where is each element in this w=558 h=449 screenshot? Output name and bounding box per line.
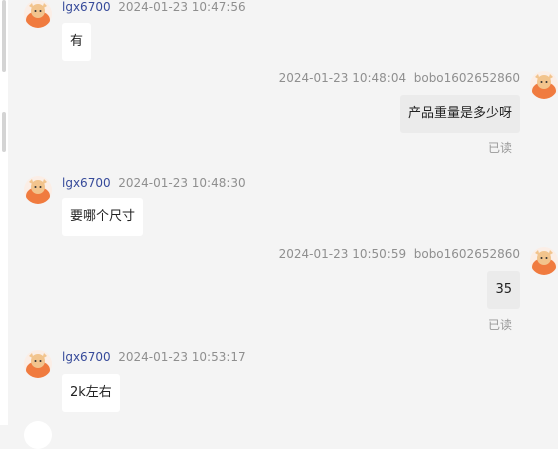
- message-meta: 2024-01-23 10:48:04 bobo1602652860: [279, 71, 520, 85]
- sender-name: lgx6700: [62, 350, 111, 364]
- message-bubble: 要哪个尺寸: [62, 198, 144, 236]
- message-time: 2024-01-23 10:47:56: [118, 0, 246, 14]
- message-time: 2024-01-23 10:48:30: [118, 176, 246, 190]
- message-meta: lgx6700 2024-01-23 10:53:17: [62, 350, 246, 364]
- message-bubble: 35: [487, 271, 520, 309]
- message-time: 2024-01-23 10:48:04: [278, 71, 407, 85]
- message-bubble: 2k左右: [62, 374, 120, 412]
- message-bubble: 有: [62, 23, 92, 61]
- message-time: 2024-01-23 10:50:59: [278, 247, 407, 261]
- avatar-icon[interactable]: [530, 247, 558, 275]
- scrollbar-track[interactable]: [0, 0, 8, 425]
- message-meta: lgx6700 2024-01-23 10:48:30: [62, 176, 246, 190]
- avatar-icon[interactable]: [24, 350, 52, 378]
- read-status: 已读: [487, 318, 512, 332]
- sender-name: bobo1602652860: [413, 247, 520, 261]
- avatar-icon-partial[interactable]: [24, 421, 52, 449]
- sender-name: bobo1602652860: [413, 71, 520, 85]
- avatar-icon[interactable]: [530, 71, 558, 99]
- sender-name: lgx6700: [62, 0, 111, 14]
- scrollbar-thumb[interactable]: [2, 0, 6, 72]
- message-meta: 2024-01-23 10:50:59 bobo1602652860: [279, 247, 520, 261]
- message-time: 2024-01-23 10:53:17: [118, 350, 246, 364]
- read-status: 已读: [487, 141, 512, 155]
- message-meta: lgx6700 2024-01-23 10:47:56: [62, 0, 246, 14]
- avatar-icon[interactable]: [24, 0, 52, 28]
- sender-name: lgx6700: [62, 176, 111, 190]
- avatar-icon[interactable]: [24, 176, 52, 204]
- scrollbar-thumb-secondary[interactable]: [2, 112, 6, 152]
- message-bubble: 产品重量是多少呀: [399, 95, 520, 133]
